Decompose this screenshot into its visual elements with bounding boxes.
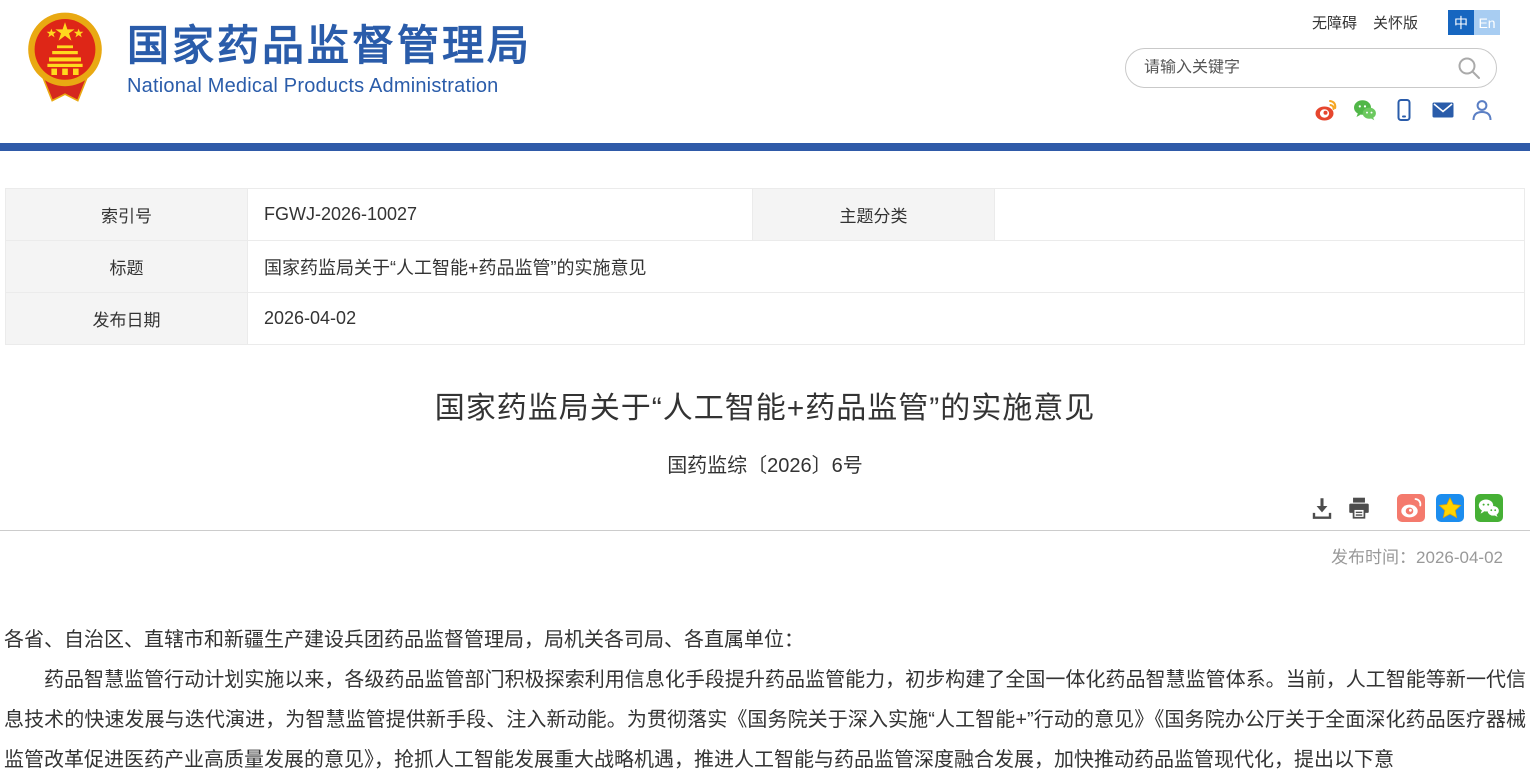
document-body: 各省、自治区、直辖市和新疆生产建设兵团药品监督管理局，局机关各司局、各直属单位：… — [4, 620, 1526, 780]
nav-bar — [0, 143, 1530, 151]
print-icon — [1346, 495, 1372, 521]
top-links: 无障碍 关怀版 中 En — [1312, 10, 1500, 35]
qzone-share-button[interactable] — [1436, 494, 1464, 522]
document-meta-table: 索引号 FGWJ-2026-10027 主题分类 标题 国家药监局关于“人工智能… — [5, 188, 1525, 345]
table-row: 索引号 FGWJ-2026-10027 主题分类 — [6, 189, 1525, 241]
index-value: FGWJ-2026-10027 — [248, 189, 753, 241]
search-icon — [1456, 55, 1482, 81]
topic-value — [995, 189, 1525, 241]
wechat-icon[interactable] — [1353, 98, 1377, 122]
qzone-star-icon — [1436, 494, 1464, 522]
search-button[interactable] — [1456, 55, 1482, 81]
toolbar — [0, 494, 1503, 522]
date-value: 2026-04-02 — [248, 293, 1525, 345]
social-links — [1314, 98, 1494, 122]
title-value: 国家药监局关于“人工智能+药品监管”的实施意见 — [248, 241, 1525, 293]
table-row: 标题 国家药监局关于“人工智能+药品监管”的实施意见 — [6, 241, 1525, 293]
site-header: 国家药品监督管理局 National Medical Products Admi… — [0, 0, 1530, 143]
document-number: 国药监综〔2026〕6号 — [0, 449, 1530, 478]
search-box — [1125, 48, 1497, 88]
title-label: 标题 — [6, 241, 248, 293]
accessibility-link[interactable]: 无障碍 — [1312, 12, 1357, 33]
paragraph: 药品智慧监管行动计划实施以来，各级药品监管部门积极探索利用信息化手段提升药品监管… — [4, 660, 1526, 780]
language-toggle: 中 En — [1448, 10, 1500, 35]
weibo-share-icon — [1397, 494, 1425, 522]
user-icon[interactable] — [1470, 98, 1494, 122]
weibo-share-button[interactable] — [1397, 494, 1425, 522]
download-button[interactable] — [1309, 495, 1335, 521]
national-emblem-icon — [25, 10, 105, 108]
site-subtitle: National Medical Products Administration — [127, 75, 532, 98]
wechat-share-icon — [1475, 494, 1503, 522]
site-title-block: 国家药品监督管理局 National Medical Products Admi… — [127, 20, 532, 98]
publish-time-label: 发布时间： — [1331, 548, 1416, 567]
lang-zh-button[interactable]: 中 — [1448, 10, 1474, 35]
wechat-share-button[interactable] — [1475, 494, 1503, 522]
divider — [0, 530, 1530, 531]
site-title: 国家药品监督管理局 — [127, 20, 532, 73]
download-icon — [1309, 495, 1335, 521]
weibo-icon[interactable] — [1314, 98, 1338, 122]
care-version-link[interactable]: 关怀版 — [1373, 12, 1418, 33]
mobile-icon[interactable] — [1392, 98, 1416, 122]
mail-icon[interactable] — [1431, 98, 1455, 122]
publish-time: 发布时间：2026-04-02 — [0, 543, 1503, 568]
main-content: 索引号 FGWJ-2026-10027 主题分类 标题 国家药监局关于“人工智能… — [0, 188, 1530, 780]
lang-en-button[interactable]: En — [1474, 10, 1500, 35]
search-input[interactable] — [1144, 59, 1456, 77]
date-label: 发布日期 — [6, 293, 248, 345]
site-logo[interactable]: 国家药品监督管理局 National Medical Products Admi… — [25, 10, 532, 108]
document-title: 国家药监局关于“人工智能+药品监管”的实施意见 — [0, 383, 1530, 427]
publish-time-value: 2026-04-02 — [1416, 548, 1503, 567]
topic-label: 主题分类 — [753, 189, 995, 241]
print-button[interactable] — [1346, 495, 1372, 521]
index-label: 索引号 — [6, 189, 248, 241]
salutation: 各省、自治区、直辖市和新疆生产建设兵团药品监督管理局，局机关各司局、各直属单位： — [4, 620, 1526, 660]
table-row: 发布日期 2026-04-02 — [6, 293, 1525, 345]
